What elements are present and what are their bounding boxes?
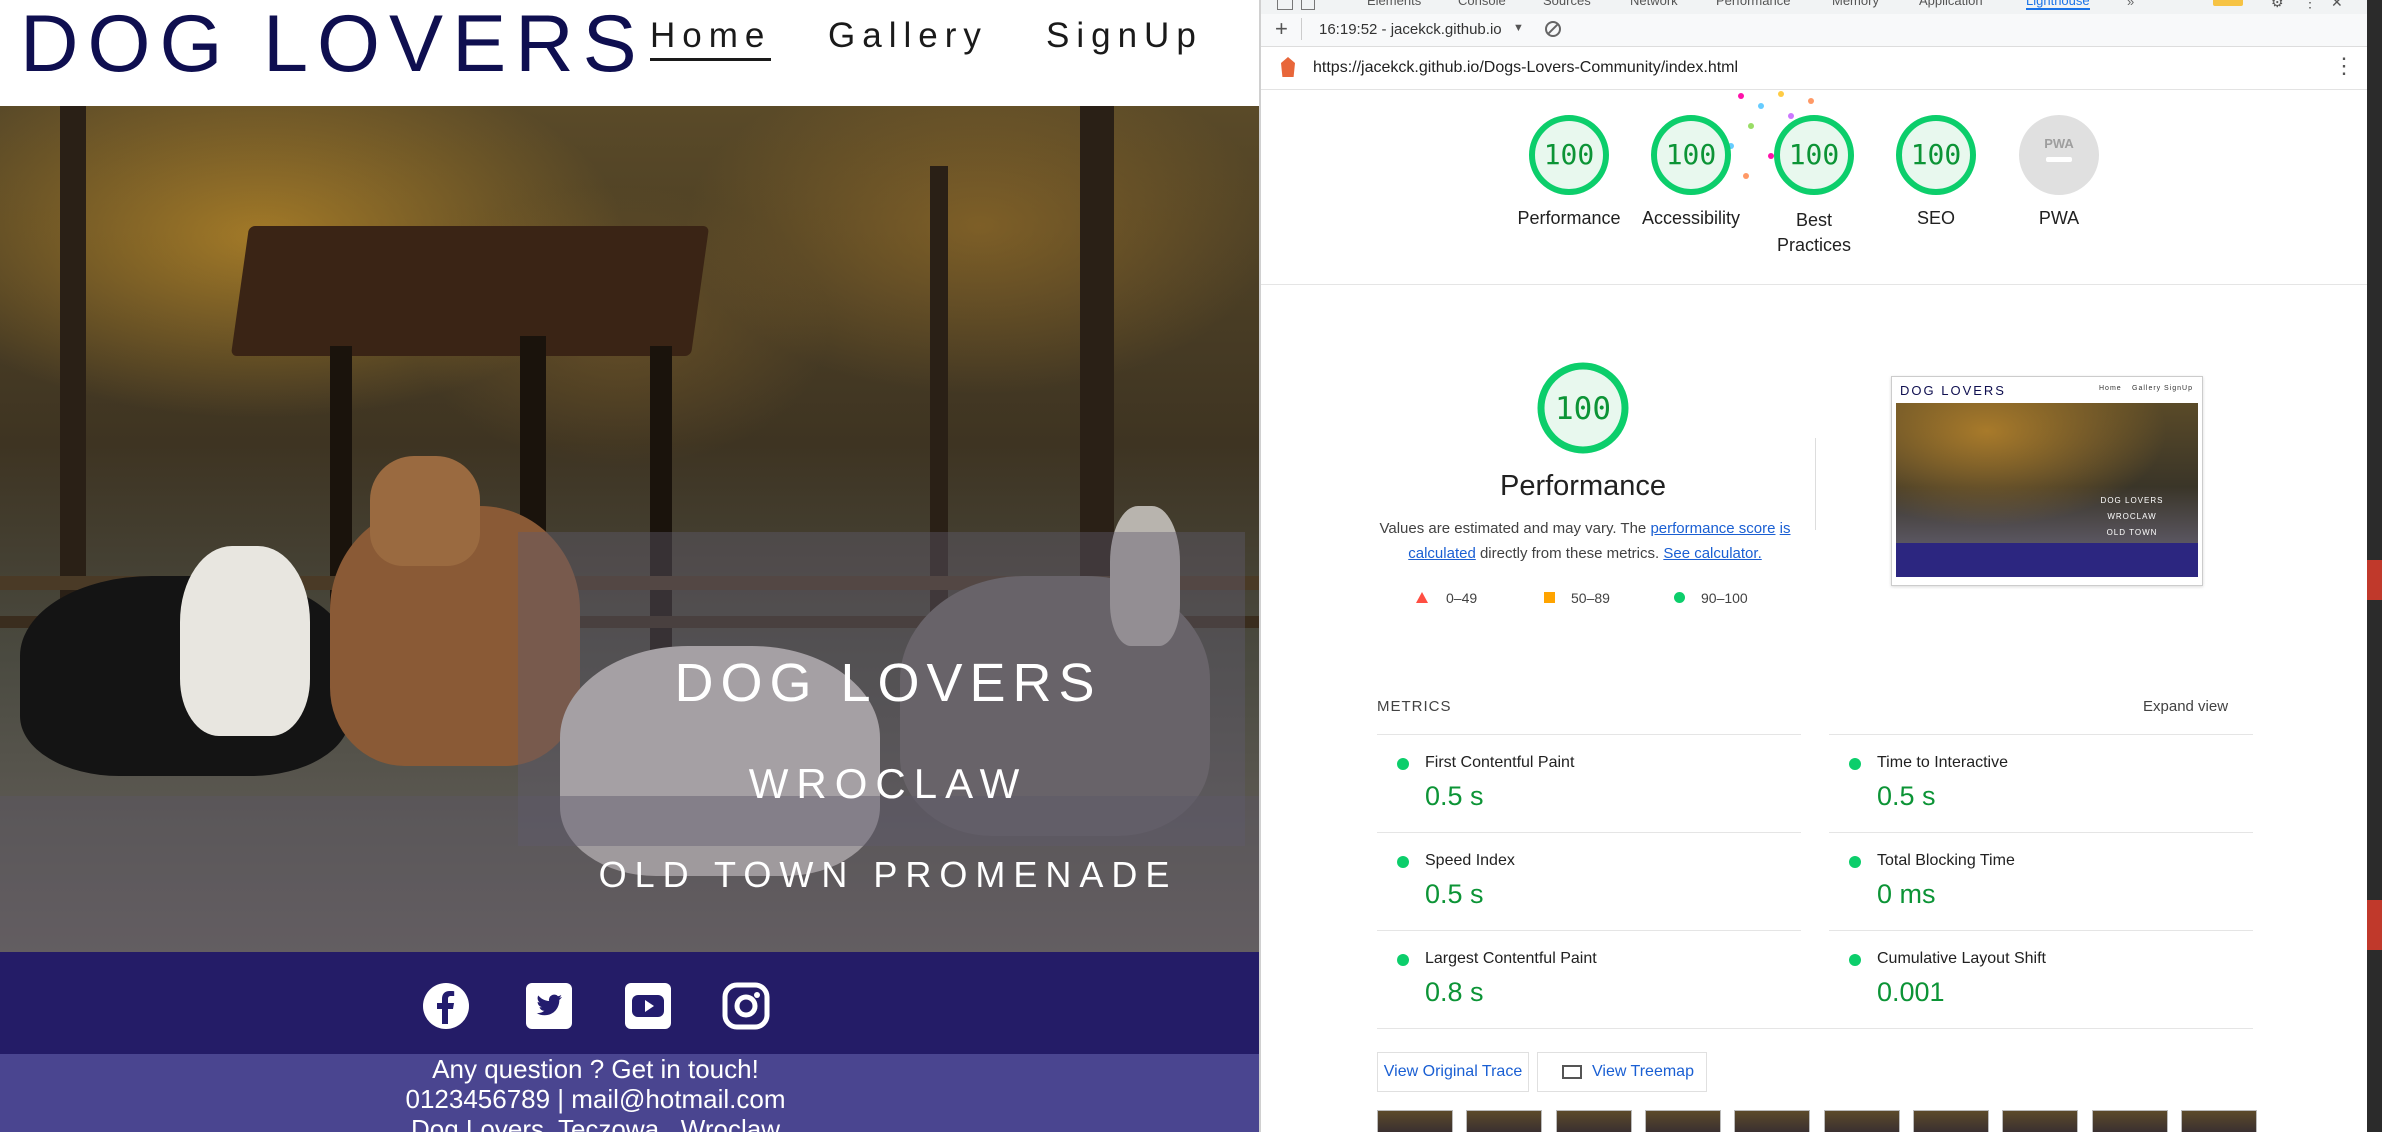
filmstrip-thumb — [1377, 1110, 1453, 1132]
hero-title: DOG LOVERS — [674, 653, 1102, 713]
report-url-bar: https://jacekck.github.io/Dogs-Lovers-Co… — [1261, 47, 2369, 90]
pass-circle-icon — [1674, 592, 1685, 603]
twitter-icon[interactable] — [525, 982, 573, 1030]
filmstrip-thumb — [1734, 1110, 1810, 1132]
final-screenshot-preview[interactable]: DOG LOVERS Home Gallery SignUp DOG LOVER… — [1891, 376, 2203, 586]
filmstrip-thumb — [2181, 1110, 2257, 1132]
device-toggle-icon[interactable] — [1301, 0, 1315, 10]
treemap-icon — [1562, 1065, 1582, 1079]
pass-dot-icon — [1849, 856, 1861, 868]
pass-dot-icon — [1849, 758, 1861, 770]
social-bar — [0, 952, 1259, 1054]
tab-performance[interactable]: Performance — [1716, 0, 1790, 8]
gauge-accessibility[interactable]: 100 — [1650, 114, 1732, 196]
facebook-icon[interactable] — [422, 982, 470, 1030]
svg-text:PWA: PWA — [2044, 136, 2074, 151]
view-original-trace-button[interactable]: View Original Trace — [1377, 1052, 1529, 1092]
hero-city: WROCLAW — [748, 760, 1028, 807]
tab-console[interactable]: Console — [1458, 0, 1506, 8]
pass-dot-icon — [1397, 954, 1409, 966]
gauge-seo[interactable]: 100 — [1895, 114, 1977, 196]
metric-tbt: Total Blocking Time 0 ms — [1829, 832, 2253, 931]
svg-text:100: 100 — [1666, 138, 1717, 171]
gauge-label-pwa: PWA — [2038, 208, 2080, 228]
nav-link-gallery[interactable]: Gallery — [828, 16, 988, 56]
site-header: DOG LOVERS Home Gallery SignUp — [0, 0, 1259, 106]
footer-question: Any question ? Get in touch! — [432, 1054, 759, 1084]
devtools-panel: Elements Console Sources Network Perform… — [1259, 0, 2369, 1132]
report-select[interactable]: 16:19:52 - jacekck.github.io — [1319, 21, 1502, 38]
youtube-icon[interactable] — [624, 982, 672, 1030]
close-icon[interactable]: ✕ — [2331, 0, 2343, 11]
site-logo[interactable]: DOG LOVERS — [20, 0, 646, 91]
filmstrip-thumb — [1645, 1110, 1721, 1132]
kebab-icon[interactable]: ⋮ — [2303, 0, 2317, 11]
fail-triangle-icon — [1416, 592, 1428, 603]
lighthouse-logo-icon — [1281, 57, 1295, 77]
filmstrip-thumb — [2092, 1110, 2168, 1132]
metric-speed-index: Speed Index 0.5 s — [1377, 832, 1801, 931]
footer-address: Dog Lovers, Teczowa , Wroclaw — [411, 1114, 780, 1132]
gauge-performance-large: 100 — [1537, 362, 1629, 454]
performance-description: Values are estimated and may vary. The p… — [1379, 520, 1791, 562]
report-menu-icon[interactable]: ⋮ — [2333, 53, 2355, 79]
lighthouse-toolbar: + 16:19:52 - jacekck.github.io ▼ — [1261, 14, 2369, 47]
average-square-icon — [1544, 592, 1555, 603]
view-treemap-button[interactable]: View Treemap — [1537, 1052, 1707, 1092]
new-report-icon[interactable]: + — [1275, 16, 1288, 42]
svg-text:100: 100 — [1789, 138, 1840, 171]
metrics-heading: METRICS — [1377, 698, 1452, 715]
inspect-icon[interactable] — [1277, 0, 1293, 10]
svg-text:100: 100 — [1911, 138, 1962, 171]
report-url[interactable]: https://jacekck.github.io/Dogs-Lovers-Co… — [1313, 59, 1738, 77]
tab-memory[interactable]: Memory — [1832, 0, 1879, 8]
tab-application[interactable]: Application — [1919, 0, 1983, 8]
gazebo-roof — [230, 226, 710, 356]
lighthouse-report: 100 Performance 100 Accessibility 100 Be… — [1261, 90, 2369, 1132]
nav-link-signup[interactable]: SignUp — [1046, 16, 1203, 56]
gear-icon[interactable]: ⚙ — [2271, 0, 2284, 11]
tab-sources[interactable]: Sources — [1543, 0, 1591, 8]
clear-icon[interactable] — [1545, 21, 1561, 37]
gauge-pwa[interactable]: PWA — [2018, 114, 2100, 196]
metric-lcp: Largest Contentful Paint 0.8 s — [1377, 930, 1801, 1029]
filmstrip-thumb — [2002, 1110, 2078, 1132]
instagram-icon[interactable] — [722, 982, 770, 1030]
footer-contact[interactable]: 0123456789 | mail@hotmail.com — [0, 1084, 1191, 1115]
filmstrip-thumb — [1466, 1110, 1542, 1132]
see-calculator-link[interactable]: See calculator. — [1663, 545, 1761, 562]
site-footer: Any question ? Get in touch! 0123456789 … — [0, 1054, 1259, 1132]
svg-text:100: 100 — [1544, 138, 1595, 171]
tab-network[interactable]: Network — [1630, 0, 1678, 8]
nav-link-home[interactable]: Home — [650, 16, 772, 61]
metric-fcp: First Contentful Paint 0.5 s — [1377, 734, 1801, 833]
issues-badge[interactable] — [2213, 0, 2243, 6]
adjacent-window-edge — [2367, 0, 2382, 1132]
gauge-best-practices[interactable]: 100 — [1773, 114, 1855, 196]
filmstrip-thumb — [1824, 1110, 1900, 1132]
pass-dot-icon — [1849, 954, 1861, 966]
chevron-down-icon[interactable]: ▼ — [1513, 22, 1524, 34]
tab-lighthouse[interactable]: Lighthouse — [2026, 0, 2090, 10]
filmstrip-thumb — [1913, 1110, 1989, 1132]
svg-text:100: 100 — [1555, 391, 1611, 427]
pass-dot-icon — [1397, 856, 1409, 868]
expand-view-toggle[interactable]: Expand view — [2143, 698, 2228, 715]
pass-dot-icon — [1397, 758, 1409, 770]
metric-cls: Cumulative Layout Shift 0.001 — [1829, 930, 2253, 1029]
hero-place: OLD TOWN PROMENADE — [598, 854, 1178, 895]
more-tabs-icon[interactable]: » — [2127, 0, 2134, 9]
metric-tti: Time to Interactive 0.5 s — [1829, 734, 2253, 833]
gauge-performance[interactable]: 100 — [1528, 114, 1610, 196]
performance-title: Performance — [1499, 470, 1666, 502]
score-calc-link[interactable]: performance score — [1650, 520, 1775, 537]
filmstrip-thumb — [1556, 1110, 1632, 1132]
devtools-tab-bar: Elements Console Sources Network Perform… — [1261, 0, 2369, 15]
website-viewport: DOG LOVERS Home Gallery SignUp DOG LOVER… — [0, 0, 1259, 1132]
score-legend: 0–49 50–89 90–100 — [1416, 590, 1776, 610]
tab-elements[interactable]: Elements — [1367, 0, 1421, 8]
